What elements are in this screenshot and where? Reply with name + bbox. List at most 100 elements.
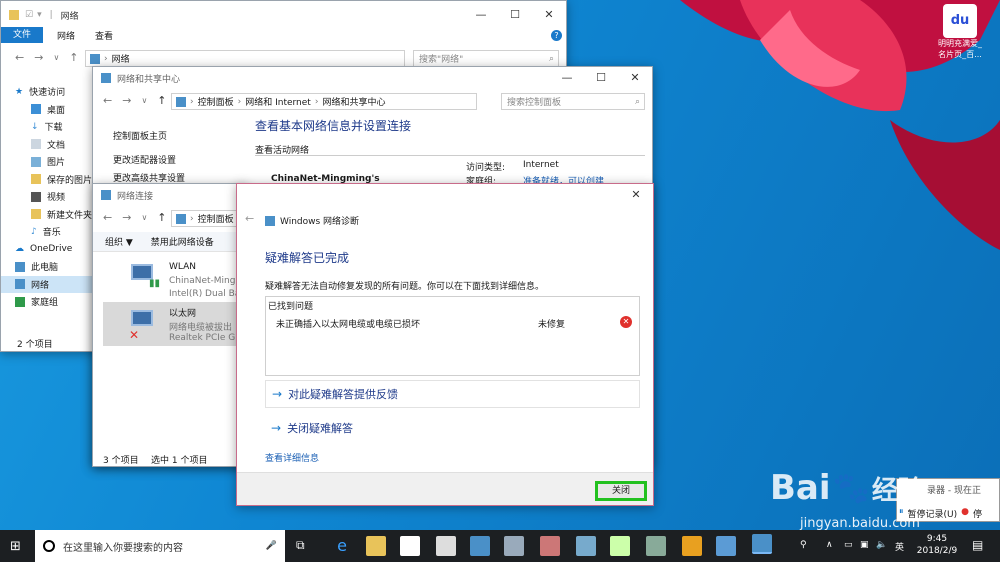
windows-start-icon[interactable]: ⊞ xyxy=(10,540,24,554)
taskbar-search[interactable]: 在这里输入你要搜索的内容 🎤 xyxy=(35,530,285,562)
desktop-icon[interactable]: du 明明充满爱_名片页_百... xyxy=(938,4,982,60)
adapter-wlan[interactable]: ▮▮ WLAN ChinaNet-Mingm Intel(R) Dual Bar xyxy=(103,258,246,300)
homegroup-icon xyxy=(15,296,25,307)
network-center-title: 网络和共享中心 xyxy=(117,74,181,85)
volume-icon[interactable]: 🔈 xyxy=(876,540,887,550)
problem-text[interactable]: 未正确插入以太网电缆或电缆已损坏 xyxy=(276,317,420,330)
back-arrow-icon[interactable]: ← xyxy=(103,211,112,224)
dialog-back-icon[interactable]: ← xyxy=(245,212,254,225)
link-change-adapter[interactable]: 更改适配器设置 xyxy=(113,152,185,170)
breadcrumb-network-internet[interactable]: 网络和 Internet xyxy=(245,95,311,108)
tab-view[interactable]: 查看 xyxy=(89,29,119,42)
sidebar-item-onedrive[interactable]: ☁ OneDrive xyxy=(1,241,93,259)
explorer-search-placeholder: 搜索"网络" xyxy=(419,55,464,65)
up-arrow-icon[interactable]: ↑ xyxy=(157,94,166,107)
sidebar-item-pictures[interactable]: 图片 xyxy=(1,153,93,171)
edge-icon[interactable]: e xyxy=(332,536,352,556)
mail-icon[interactable] xyxy=(436,536,456,556)
sidebar-item-videos[interactable]: 视频 xyxy=(1,188,93,206)
app-icon[interactable] xyxy=(716,536,736,556)
notification-icon[interactable]: ▤ xyxy=(972,538,983,552)
dropdown-icon[interactable]: ∨ xyxy=(53,53,59,62)
active-app-icon[interactable] xyxy=(752,534,772,554)
sidebar-item-desktop[interactable]: 桌面 xyxy=(1,101,93,119)
back-arrow-icon[interactable]: ← xyxy=(103,94,112,107)
maximize-button[interactable]: ☐ xyxy=(498,1,532,29)
minimize-button[interactable]: — xyxy=(464,1,498,29)
battery-icon[interactable]: ▭ xyxy=(844,540,853,550)
stop-button[interactable]: 停 xyxy=(973,507,982,520)
close-troubleshoot-option[interactable]: → 关闭疑难解答 xyxy=(271,420,353,436)
sidebar-item-new-folder[interactable]: 新建文件夹 xyxy=(1,206,93,224)
sidebar-item-documents[interactable]: 文档 xyxy=(1,136,93,154)
help-icon[interactable]: ? xyxy=(551,29,562,41)
network-tray-icon[interactable]: ▣ xyxy=(860,540,869,550)
sidebar-item-saved-pictures[interactable]: 保存的图片 xyxy=(1,171,93,189)
minimize-button[interactable]: — xyxy=(550,67,584,89)
download-icon: ↓ xyxy=(31,121,39,132)
app-icon[interactable] xyxy=(576,536,596,556)
dropdown-icon[interactable]: ∨ xyxy=(141,213,147,222)
control-panel-icon xyxy=(176,213,186,224)
up-arrow-icon[interactable]: ↑ xyxy=(69,51,78,64)
dialog-close-icon[interactable]: ✕ xyxy=(619,184,653,206)
task-view-icon[interactable]: ⧉ xyxy=(296,538,305,553)
ime-indicator[interactable]: 英 xyxy=(895,540,904,553)
connections-selected-count: 选中 1 个项目 xyxy=(151,456,208,466)
close-button[interactable]: ✕ xyxy=(618,67,652,89)
network-app-icon[interactable] xyxy=(470,536,490,556)
tab-network[interactable]: 网络 xyxy=(43,29,89,42)
forward-arrow-icon[interactable]: → xyxy=(122,94,131,107)
back-arrow-icon[interactable]: ← xyxy=(15,51,24,64)
chevron-up-icon[interactable]: ∧ xyxy=(826,540,833,550)
view-details-link[interactable]: 查看详细信息 xyxy=(265,451,319,464)
folder-icon xyxy=(9,10,19,20)
network-center-nav: ← → ∨ ↑ xyxy=(103,94,167,107)
access-type-label: 访问类型: xyxy=(466,163,506,173)
dropdown-icon[interactable]: ∨ xyxy=(141,96,147,105)
breadcrumb-control-panel[interactable]: 控制面板 xyxy=(198,95,234,108)
app-icon[interactable] xyxy=(646,536,666,556)
explorer-search[interactable]: 搜索"网络" ⌕ xyxy=(413,50,559,67)
ethernet-adapter-icon xyxy=(131,310,153,326)
sidebar-item-music[interactable]: ♪ 音乐 xyxy=(1,223,93,241)
picture-icon xyxy=(31,156,41,167)
feedback-option[interactable]: → 对此疑难解答提供反馈 xyxy=(265,380,640,408)
clock[interactable]: 9:45 2018/2/9 xyxy=(914,533,960,557)
sidebar-item-homegroup[interactable]: 家庭组 xyxy=(1,293,93,311)
app-icon[interactable] xyxy=(610,536,630,556)
paint-icon[interactable] xyxy=(540,536,560,556)
maximize-button[interactable]: ☐ xyxy=(584,67,618,89)
disable-device-button[interactable]: 禁用此网络设备 xyxy=(151,235,214,248)
file-explorer-icon[interactable] xyxy=(366,536,386,556)
tab-file[interactable]: 文件 xyxy=(1,27,43,43)
explorer-address-bar[interactable]: › 网络 xyxy=(85,50,405,67)
people-icon[interactable]: ⚲ xyxy=(800,540,807,550)
sidebar-item-downloads[interactable]: ↓ 下载 xyxy=(1,118,93,136)
forward-arrow-icon[interactable]: → xyxy=(122,211,131,224)
sidebar-item-quick-access[interactable]: ★ 快速访问 xyxy=(1,83,93,101)
microphone-icon[interactable]: 🎤 xyxy=(266,541,277,551)
network-center-heading: 查看基本网络信息并设置连接 xyxy=(255,119,412,133)
link-control-panel-home[interactable]: 控制面板主页 xyxy=(113,126,185,148)
sidebar-item-network[interactable]: 网络 xyxy=(1,275,93,293)
problems-box: 已找到问题 未正确插入以太网电缆或电缆已损坏 未修复 ✕ xyxy=(265,296,640,376)
app-icon[interactable] xyxy=(504,536,524,556)
breadcrumb-sharing-center[interactable]: 网络和共享中心 xyxy=(322,95,385,108)
music-icon: ♪ xyxy=(31,226,37,237)
dialog-close-button[interactable]: 关闭 xyxy=(595,481,647,501)
store-icon[interactable] xyxy=(400,536,420,556)
video-icon xyxy=(31,191,41,202)
cloud-icon: ☁ xyxy=(15,244,24,255)
sidebar-item-this-pc[interactable]: 此电脑 xyxy=(1,258,93,276)
watermark-url: jingyan.baidu.com xyxy=(800,516,920,530)
close-button[interactable]: ✕ xyxy=(532,1,566,29)
app-icon[interactable] xyxy=(682,536,702,556)
forward-arrow-icon[interactable]: → xyxy=(34,51,43,64)
adapter-ethernet[interactable]: ✕ 以太网 网络电缆被拔出 Realtek PCIe GB xyxy=(103,302,246,346)
up-arrow-icon[interactable]: ↑ xyxy=(157,211,166,224)
organize-menu[interactable]: 组织 ▼ xyxy=(105,235,133,248)
control-panel-search[interactable]: 搜索控制面板 ⌕ xyxy=(501,93,645,110)
network-center-address[interactable]: › 控制面板 › 网络和 Internet › 网络和共享中心 xyxy=(171,93,477,110)
network-center-left-links: 控制面板主页 更改适配器设置 更改高级共享设置 xyxy=(113,126,185,188)
